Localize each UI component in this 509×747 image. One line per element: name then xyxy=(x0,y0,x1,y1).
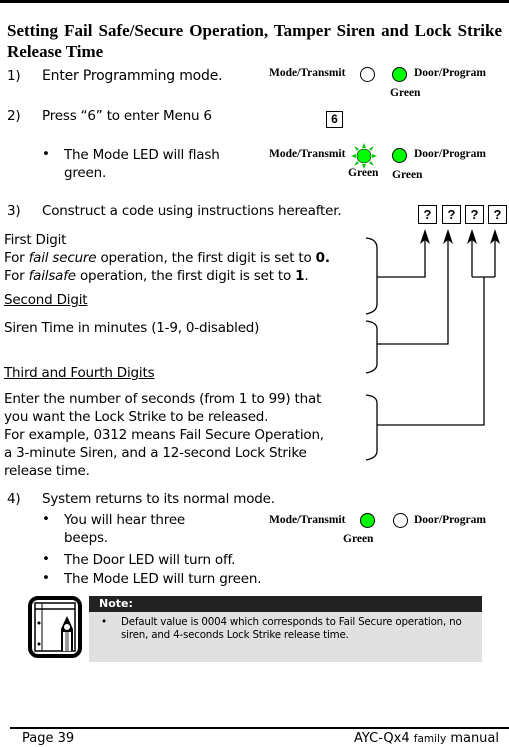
note-heading: Note: xyxy=(89,596,482,612)
notebook-pencil-icon xyxy=(28,596,82,658)
connector-second xyxy=(377,238,449,345)
note-box: Note: • Default value is 0004 which corr… xyxy=(89,596,482,662)
key-6-icon: 6 xyxy=(326,111,343,128)
first-digit-block: First Digit For fail secure operation, t… xyxy=(4,231,384,285)
brace-first-digit xyxy=(365,237,378,315)
mode-led-flashing-icon xyxy=(351,143,377,169)
step-2-number: 2) xyxy=(7,108,21,124)
mode-led-green-icon xyxy=(360,513,375,528)
door-led-color: Green xyxy=(390,87,421,99)
door-led-off-icon xyxy=(393,513,408,528)
footer-rule xyxy=(10,727,509,729)
code-digit-1: ? xyxy=(418,205,437,224)
connector-first xyxy=(377,238,426,278)
mode-led-off-icon xyxy=(360,67,375,82)
step-2-bullet: The Mode LED will flash green. xyxy=(64,147,220,181)
second-digit-text: Siren Time in minutes (1-9, 0-disabled) xyxy=(4,320,260,336)
code-digit-4: ? xyxy=(488,205,507,224)
code-digit-2: ? xyxy=(442,205,461,224)
page-number: Page 39 xyxy=(22,731,75,746)
mode-led-label: Mode/Transmit xyxy=(269,67,346,79)
brace-third-fourth xyxy=(365,394,378,461)
door-led-green-icon xyxy=(392,67,407,82)
step-3-text: Construct a code using instructions here… xyxy=(42,203,342,219)
mode-led-label: Mode/Transmit xyxy=(269,148,346,160)
bullet-icon: • xyxy=(42,511,50,527)
brace-second-digit xyxy=(365,320,378,374)
step-4-number: 4) xyxy=(7,491,21,507)
manual-title: AYC-Qx4 family manual xyxy=(354,731,499,746)
door-led-green-icon xyxy=(392,148,407,163)
step-4-text: System returns to its normal mode. xyxy=(42,491,275,507)
step-1-number: 1) xyxy=(7,68,21,84)
door-led-color: Green xyxy=(392,169,423,181)
step-4-bullet-1: You will hear three beeps. xyxy=(64,512,186,546)
step-4-bullet-2: The Door LED will turn off. xyxy=(64,552,236,568)
connector-third-fourth xyxy=(377,238,496,426)
mode-led-color: Green xyxy=(348,167,379,179)
mode-led-label: Mode/Transmit xyxy=(269,514,346,526)
code-diagram xyxy=(365,229,500,461)
bullet-icon: • xyxy=(101,616,107,628)
first-digit-line-1: For fail secure operation, the first dig… xyxy=(4,250,330,266)
bullet-icon: • xyxy=(42,570,50,586)
door-led-label: Door/Program xyxy=(414,67,486,79)
third-fourth-digit-text: Enter the number of seconds (from 1 to 9… xyxy=(4,391,324,479)
note-text: Default value is 0004 which corresponds … xyxy=(121,616,462,641)
step-1-text: Enter Programming mode. xyxy=(42,68,223,84)
step-2-text: Press “6” to enter Menu 6 xyxy=(42,108,212,124)
door-led-label: Door/Program xyxy=(414,148,486,160)
bullet-icon: • xyxy=(42,146,50,162)
second-digit-heading: Second Digit xyxy=(4,292,88,308)
step-4-bullet-3: The Mode LED will turn green. xyxy=(64,571,262,587)
third-fourth-digit-heading: Third and Fourth Digits xyxy=(4,365,155,381)
code-digit-3: ? xyxy=(465,205,484,224)
page-title: Setting Fail Safe/Secure Operation, Tamp… xyxy=(7,21,502,61)
first-digit-heading: First Digit xyxy=(4,232,67,248)
top-rule xyxy=(0,0,509,3)
note-body: • Default value is 0004 which correspond… xyxy=(89,612,482,642)
step-3-number: 3) xyxy=(7,203,21,219)
door-led-label: Door/Program xyxy=(414,514,486,526)
bullet-icon: • xyxy=(42,551,50,567)
first-digit-line-2: For failsafe operation, the first digit … xyxy=(4,268,309,284)
mode-led-color: Green xyxy=(343,533,374,545)
